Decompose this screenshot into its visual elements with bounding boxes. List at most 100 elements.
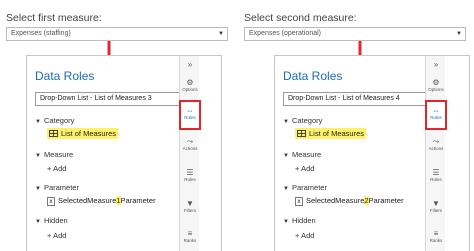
collapse-triangle-icon: ▼ — [35, 153, 41, 159]
hidden-label: Hidden — [291, 216, 316, 225]
rules-icon: ☰ — [432, 168, 440, 177]
options-label: Options — [428, 87, 444, 92]
category-label: Category — [291, 116, 323, 125]
parameter-section-toggle[interactable]: ▼ Parameter — [283, 183, 327, 192]
sidebar-item-actions[interactable]: ⤳ Actions — [180, 137, 200, 152]
sidebar-item-options[interactable]: ⚙ Options — [426, 78, 446, 93]
category-label: Category — [43, 116, 75, 125]
parameter-section-toggle[interactable]: ▼ Parameter — [35, 183, 79, 192]
hidden-label: Hidden — [43, 216, 68, 225]
first-measure-label: Select first measure: — [6, 12, 102, 24]
object-dropdown[interactable]: Drop-Down List - List of Measures 4 ▼ — [283, 92, 439, 106]
collapse-triangle-icon: ▼ — [283, 153, 289, 159]
parameter-role-item[interactable]: x SelectedMeasure2Parameter — [295, 196, 404, 206]
add-label: Add — [301, 231, 315, 240]
collapse-triangle-icon: ▼ — [35, 119, 41, 125]
options-icon: ⚙ — [186, 78, 194, 87]
chevron-down-icon: ▼ — [218, 31, 224, 37]
chevron-down-icon: ▼ — [456, 31, 462, 37]
ranks-icon: ≡ — [433, 229, 439, 238]
ranks-label: Ranks — [183, 238, 197, 243]
sidebar-item-ranks[interactable]: ≡ Ranks — [180, 229, 200, 244]
ranks-icon: ≡ — [187, 229, 193, 238]
add-label: Add — [53, 231, 67, 240]
expand-pane-button[interactable]: » — [426, 60, 446, 69]
sidebar-item-roles[interactable]: ⇔ Roles — [425, 100, 447, 130]
second-measure-label: Select second measure: — [244, 12, 357, 24]
roles-icon: ⇔ — [186, 106, 194, 115]
collapse-triangle-icon: ▼ — [283, 186, 289, 192]
add-hidden-button[interactable]: + Add — [47, 231, 66, 240]
category-section-toggle[interactable]: ▼ Category — [283, 116, 322, 125]
parameter-label: Parameter — [291, 183, 327, 192]
measure-section-toggle[interactable]: ▼ Measure — [283, 150, 321, 159]
param-prefix: SelectedMeasure — [58, 196, 117, 205]
add-label: Add — [53, 164, 67, 173]
parameter-icon: x — [47, 197, 55, 206]
first-measure-select[interactable]: Expenses (staffing) ▼ — [6, 27, 228, 41]
category-item-label: List of Measures — [309, 129, 365, 138]
rules-label: Rules — [184, 177, 196, 182]
category-data-icon — [49, 130, 58, 137]
panel-title: Data Roles — [283, 69, 343, 83]
filter-icon: ▼ — [186, 199, 194, 208]
roles-label: Roles — [184, 115, 196, 120]
parameter-icon: x — [295, 197, 303, 206]
options-icon: ⚙ — [432, 78, 440, 87]
collapse-triangle-icon: ▼ — [35, 186, 41, 192]
ranks-label: Ranks — [429, 238, 443, 243]
right-pane-sidebar: » ⚙ Options ⇔ Roles ⤳ Actions ☰ Rules ▼ … — [179, 56, 201, 251]
param-suffix: Parameter — [368, 196, 404, 205]
hidden-section-toggle[interactable]: ▼ Hidden — [35, 216, 68, 225]
object-dropdown-value: Drop-Down List - List of Measures 3 — [40, 95, 152, 102]
collapse-triangle-icon: ▼ — [283, 119, 289, 125]
parameter-role-item[interactable]: x SelectedMeasure1Parameter — [47, 196, 156, 206]
actions-label: Actions — [428, 146, 444, 151]
filters-label: Filters — [183, 208, 197, 213]
category-item-label: List of Measures — [61, 129, 117, 138]
hidden-section-toggle[interactable]: ▼ Hidden — [283, 216, 316, 225]
category-section-toggle[interactable]: ▼ Category — [35, 116, 74, 125]
add-label: Add — [301, 164, 315, 173]
roles-label: Roles — [430, 115, 442, 120]
measure-label: Measure — [291, 150, 322, 159]
sidebar-item-roles[interactable]: ⇔ Roles — [179, 100, 201, 130]
data-roles-panel-right: Data Roles Drop-Down List - List of Meas… — [274, 55, 470, 251]
category-role-item[interactable]: List of Measures — [295, 128, 367, 139]
second-measure-value: Expenses (operational) — [249, 30, 321, 37]
options-label: Options — [182, 87, 198, 92]
add-measure-button[interactable]: + Add — [295, 164, 314, 173]
measure-section-toggle[interactable]: ▼ Measure — [35, 150, 73, 159]
sidebar-item-options[interactable]: ⚙ Options — [180, 78, 200, 93]
param-suffix: Parameter — [120, 196, 156, 205]
right-pane-sidebar: » ⚙ Options ⇔ Roles ⤳ Actions ☰ Rules ▼ … — [425, 56, 447, 251]
sidebar-item-filters[interactable]: ▼ Filters — [426, 199, 446, 214]
sidebar-item-ranks[interactable]: ≡ Ranks — [426, 229, 446, 244]
category-role-item[interactable]: List of Measures — [47, 128, 119, 139]
roles-icon: ⇔ — [432, 106, 440, 115]
category-data-icon — [297, 130, 306, 137]
param-prefix: SelectedMeasure — [306, 196, 365, 205]
actions-label: Actions — [182, 146, 198, 151]
data-roles-panel-left: Data Roles Drop-Down List - List of Meas… — [26, 55, 222, 251]
measure-label: Measure — [43, 150, 74, 159]
add-measure-button[interactable]: + Add — [47, 164, 66, 173]
expand-pane-button[interactable]: » — [180, 60, 200, 69]
filter-icon: ▼ — [432, 199, 440, 208]
collapse-triangle-icon: ▼ — [283, 219, 289, 225]
second-measure-select[interactable]: Expenses (operational) ▼ — [244, 27, 466, 41]
add-hidden-button[interactable]: + Add — [295, 231, 314, 240]
sidebar-item-rules[interactable]: ☰ Rules — [426, 168, 446, 183]
rules-label: Rules — [430, 177, 442, 182]
sidebar-item-actions[interactable]: ⤳ Actions — [426, 137, 446, 152]
actions-icon: ⤳ — [186, 137, 194, 146]
parameter-label: Parameter — [43, 183, 79, 192]
rules-icon: ☰ — [186, 168, 194, 177]
sidebar-item-filters[interactable]: ▼ Filters — [180, 199, 200, 214]
sidebar-item-rules[interactable]: ☰ Rules — [180, 168, 200, 183]
first-measure-value: Expenses (staffing) — [11, 30, 71, 37]
actions-icon: ⤳ — [432, 137, 440, 146]
filters-label: Filters — [429, 208, 443, 213]
collapse-triangle-icon: ▼ — [35, 219, 41, 225]
object-dropdown[interactable]: Drop-Down List - List of Measures 3 ▼ — [35, 92, 191, 106]
